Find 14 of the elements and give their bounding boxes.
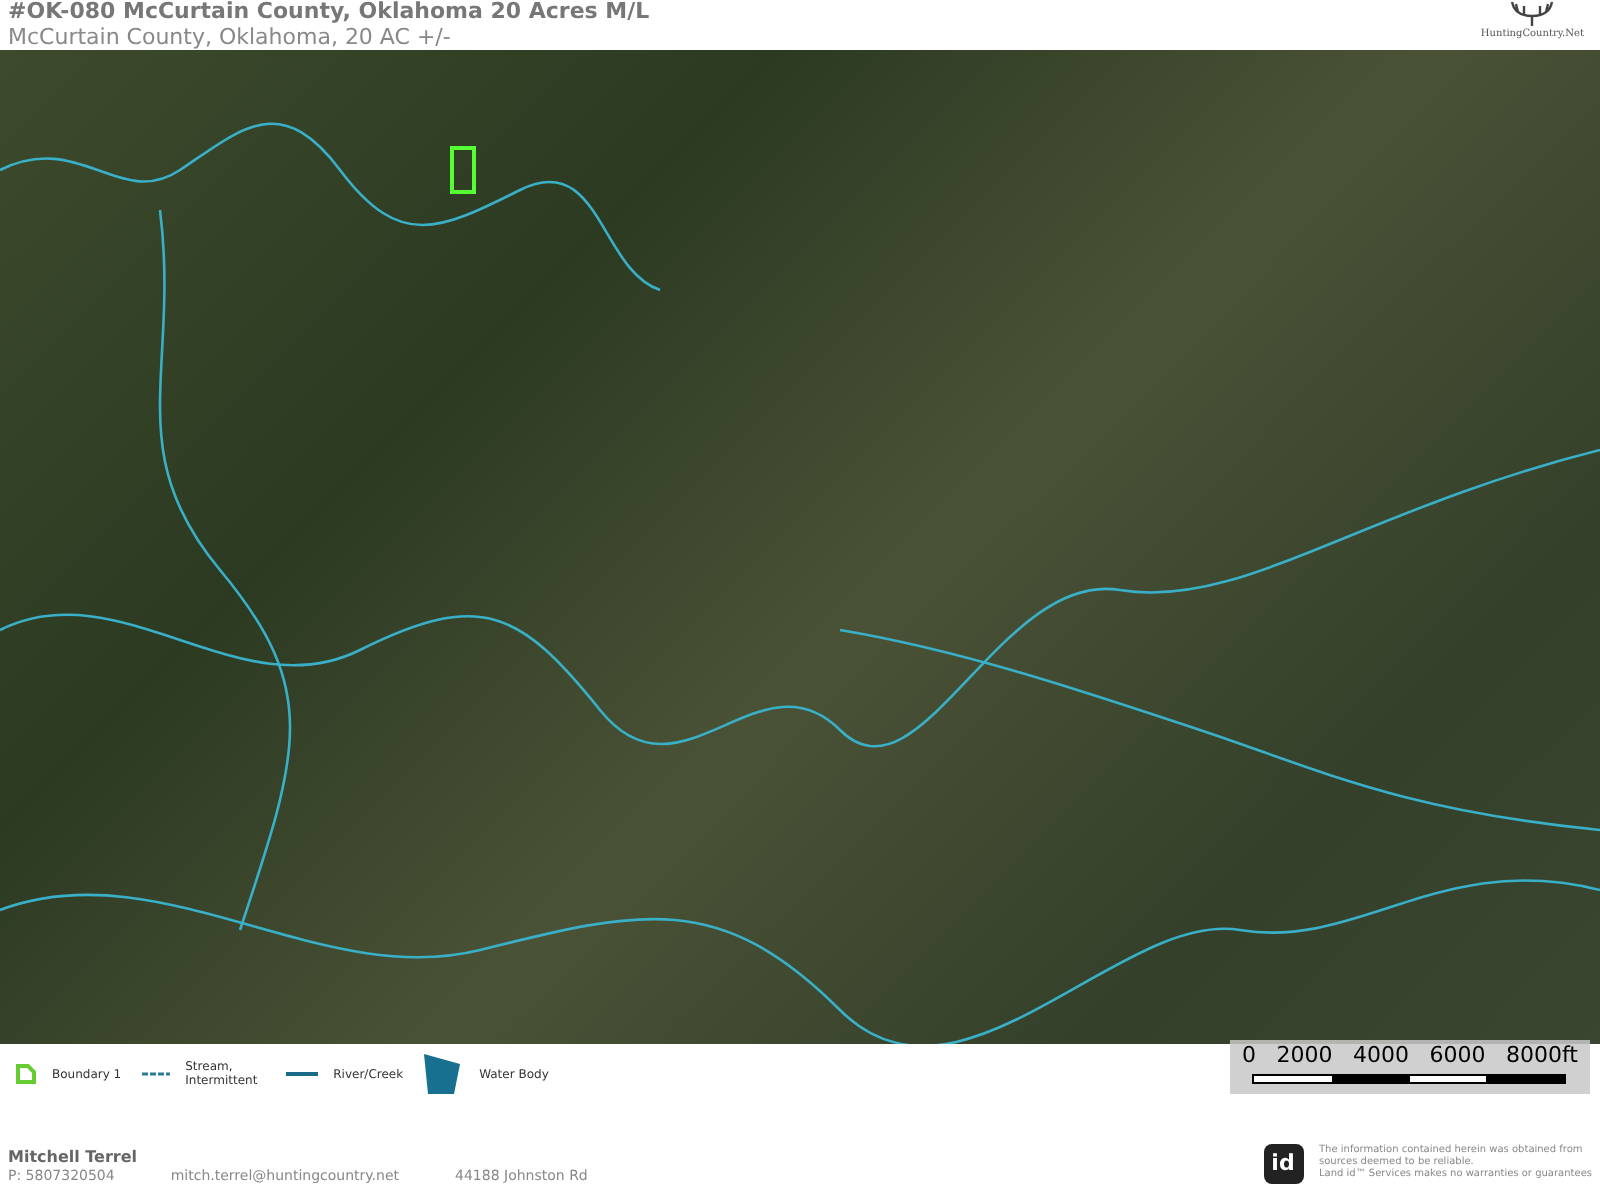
scale-label: 2000 <box>1276 1044 1333 1068</box>
map-title: #OK-080 McCurtain County, Oklahoma 20 Acres M/L <box>8 0 650 24</box>
line-icon <box>285 1070 318 1078</box>
scale-label: 4000 <box>1353 1044 1409 1068</box>
agent-name: Mitchell Terrel <box>8 1148 140 1168</box>
scale-label: 8000ft <box>1506 1044 1578 1068</box>
boundary-symbol-icon <box>16 1064 36 1084</box>
property-boundary <box>450 146 476 194</box>
scale-label: 0 <box>1242 1044 1256 1068</box>
water-polygon-icon <box>423 1054 464 1094</box>
scale-label: 6000 <box>1429 1044 1486 1068</box>
map-subtitle: McCurtain County, Oklahoma, 20 AC +/- <box>8 24 451 50</box>
land-id-logo: id <box>1263 1144 1303 1184</box>
dashed-line-icon <box>141 1070 170 1078</box>
